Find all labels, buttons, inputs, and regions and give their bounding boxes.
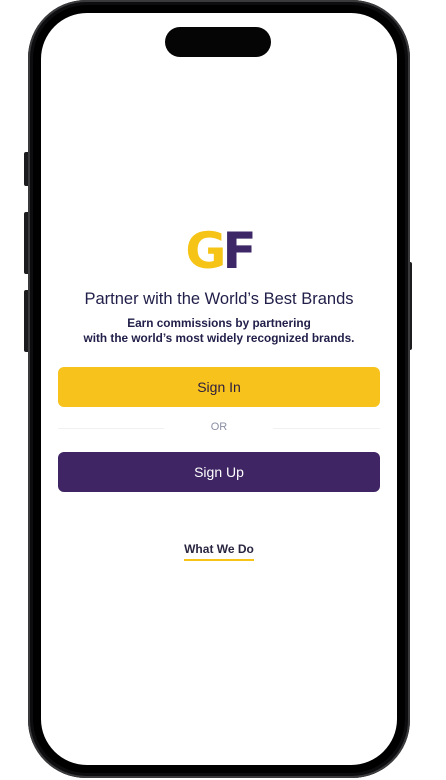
- or-separator: OR: [210, 421, 228, 433]
- sign-up-button[interactable]: Sign Up: [58, 452, 380, 492]
- subtitle-line-2: with the world’s most widely recognized …: [83, 331, 355, 345]
- gf-logo: GF: [41, 223, 397, 279]
- dynamic-island: [165, 27, 271, 57]
- phone-screen: GF Partner with the World’s Best Brands …: [41, 13, 397, 765]
- canvas: GF Partner with the World’s Best Brands …: [0, 0, 446, 780]
- logo-letter-g: G: [185, 222, 226, 280]
- sign-in-button[interactable]: Sign In: [58, 367, 380, 407]
- phone-frame: GF Partner with the World’s Best Brands …: [28, 0, 410, 778]
- what-we-do-container: What We Do: [41, 540, 397, 561]
- page-title: Partner with the World’s Best Brands: [84, 290, 354, 308]
- subtitle-line-1: Earn commissions by partnering: [127, 316, 311, 330]
- divider-right: [273, 428, 380, 429]
- logo-letter-f: F: [222, 222, 256, 280]
- what-we-do-link[interactable]: What We Do: [184, 542, 254, 561]
